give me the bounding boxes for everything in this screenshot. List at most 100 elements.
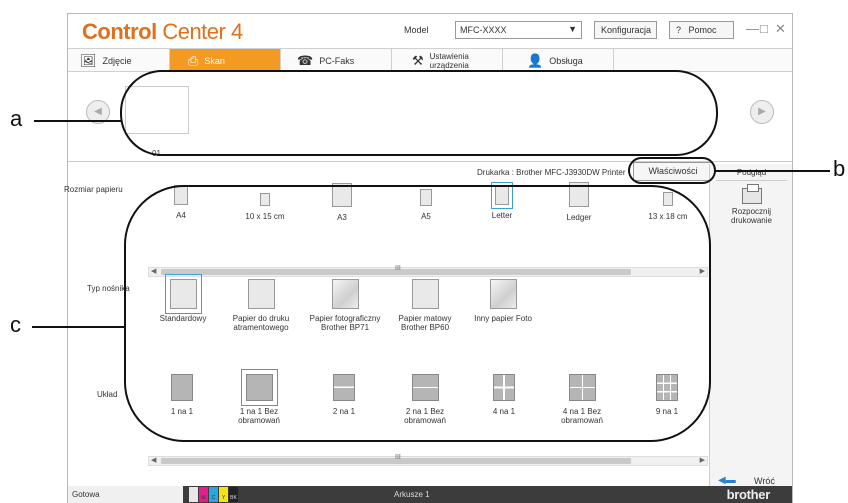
callout-line-c bbox=[32, 326, 126, 328]
callout-line-b bbox=[715, 170, 830, 172]
start-print-button[interactable]: Rozpocznij drukowanie bbox=[716, 184, 787, 234]
fax-icon: ☎ bbox=[297, 53, 314, 68]
scroll-left-icon[interactable]: ◀ bbox=[151, 456, 156, 464]
scroll-left-icon[interactable]: ◀ bbox=[151, 267, 156, 275]
paper-option-10x15[interactable]: 10 x 15 cm bbox=[230, 193, 300, 221]
tab-support[interactable]: 👤 Obsługa bbox=[503, 49, 614, 72]
ink-level-cyan: C bbox=[209, 487, 218, 502]
status-text: Gotowa bbox=[68, 486, 183, 503]
layout-icon bbox=[240, 369, 278, 406]
help-button[interactable]: ? Pomoc bbox=[669, 21, 734, 39]
paper-size-label: Rozmiar papieru bbox=[64, 185, 123, 194]
paper-icon bbox=[332, 183, 352, 207]
scroll-right-icon[interactable]: ▶ bbox=[700, 456, 705, 464]
device-settings-icon: ⚒ bbox=[412, 53, 424, 68]
layout-option-9on1[interactable]: 9 na 1 bbox=[645, 374, 689, 416]
paper-option-letter[interactable]: Letter bbox=[482, 182, 522, 220]
minimize-icon[interactable]: — bbox=[746, 21, 759, 36]
layout-option-1on1-borderless[interactable]: 1 na 1 Bez obramowań bbox=[231, 369, 287, 425]
paper-option-ledger[interactable]: Ledger bbox=[554, 182, 604, 222]
support-icon: 👤 bbox=[527, 53, 544, 68]
properties-label: Właściwości bbox=[648, 166, 698, 176]
status-bar: Gotowa M C Y BK Arkusze 1 brother bbox=[68, 486, 792, 503]
properties-button[interactable]: Właściwości bbox=[633, 162, 713, 181]
media-icon bbox=[489, 279, 517, 309]
layout-option-line2: obramowań bbox=[561, 416, 603, 425]
layout-option-4on1-borderless[interactable]: 4 na 1 Bez obramowań bbox=[554, 374, 610, 425]
layout-option-4on1[interactable]: 4 na 1 bbox=[482, 374, 526, 416]
layout-icon bbox=[493, 374, 515, 401]
thumbnail-01[interactable] bbox=[125, 86, 189, 134]
right-panel: Podgląd Rozpocznij drukowanie ◀▬ Wróć bbox=[709, 164, 792, 500]
thumbnail-label: 01 bbox=[152, 149, 161, 158]
printer-icon bbox=[741, 184, 762, 204]
paper-icon bbox=[420, 189, 432, 206]
media-option-matte-bp60[interactable]: Papier matowy Brother BP60 bbox=[390, 279, 460, 332]
configuration-label: Konfiguracja bbox=[601, 25, 652, 35]
thumbnail-strip: ◀ 01 ▶ bbox=[68, 72, 792, 162]
callout-line-a bbox=[34, 120, 122, 122]
layout-option-line1: 4 na 1 bbox=[492, 407, 516, 416]
layout-label: Układ bbox=[97, 390, 118, 399]
media-option-other-photo[interactable]: Inny papier Foto bbox=[466, 279, 540, 323]
layout-option-2on1-borderless[interactable]: 2 na 1 Bez obramowań bbox=[397, 374, 453, 425]
paper-option-label: Letter bbox=[491, 211, 513, 220]
app-logo: Control Center 4 bbox=[82, 19, 243, 45]
photo-icon: 🖼 bbox=[80, 53, 97, 68]
tab-photo[interactable]: 🖼 Zdjęcie bbox=[68, 49, 170, 72]
scroll-right-icon[interactable]: ▶ bbox=[700, 267, 705, 275]
start-print-line2: drukowanie bbox=[731, 216, 772, 225]
tab-pc-fax[interactable]: ☎ PC-Faks bbox=[281, 49, 392, 72]
maximize-icon[interactable]: □ bbox=[760, 21, 768, 36]
layout-option-line1: 2 na 1 bbox=[332, 407, 356, 416]
help-icon: ? bbox=[676, 25, 682, 35]
paper-option-a4[interactable]: A4 bbox=[161, 185, 201, 220]
scroll-grip: III bbox=[395, 265, 401, 272]
tab-pc-fax-label: PC-Faks bbox=[319, 55, 355, 66]
ink-level-blank bbox=[189, 487, 198, 502]
paper-icon bbox=[569, 182, 589, 207]
layout-option-2on1[interactable]: 2 na 1 bbox=[322, 374, 366, 416]
layout-option-line2: obramowań bbox=[404, 416, 446, 425]
horizontal-scrollbar-top[interactable]: ◀ III ▶ bbox=[148, 265, 708, 277]
model-label: Model bbox=[404, 25, 429, 35]
tab-scan[interactable]: ⎙ Skan bbox=[170, 49, 281, 72]
close-icon[interactable]: ✕ bbox=[775, 21, 786, 37]
paper-option-label: A5 bbox=[421, 212, 431, 221]
media-option-line2: atramentowego bbox=[233, 323, 289, 332]
brand-logo: brother bbox=[726, 487, 771, 502]
scan-icon: ⎙ bbox=[188, 53, 199, 68]
sheets-count: Arkusze 1 bbox=[394, 490, 430, 499]
media-option-line2: Brother BP71 bbox=[320, 323, 370, 332]
media-option-standard[interactable]: Standardowy bbox=[150, 274, 216, 323]
model-select[interactable]: MFC-XXXX ▼ bbox=[455, 21, 582, 39]
ink-levels: M C Y BK bbox=[189, 487, 238, 502]
paper-option-a5[interactable]: A5 bbox=[406, 189, 446, 221]
next-arrow-icon[interactable]: ▶ bbox=[750, 100, 774, 124]
media-option-line1: Standardowy bbox=[159, 314, 207, 323]
scroll-grip: III bbox=[395, 454, 401, 461]
tab-scan-label: Skan bbox=[204, 55, 225, 66]
layout-icon bbox=[568, 374, 596, 401]
media-icon bbox=[164, 274, 202, 314]
ink-level-magenta: M bbox=[199, 487, 208, 502]
media-icon bbox=[331, 279, 359, 309]
configuration-button[interactable]: Konfiguracja bbox=[594, 21, 657, 39]
tab-device-settings[interactable]: ⚒ Ustawienia urządzenia bbox=[392, 49, 503, 72]
layout-option-line1: 1 na 1 bbox=[170, 407, 194, 416]
tab-support-label: Obsługa bbox=[549, 55, 583, 66]
layout-option-1on1[interactable]: 1 na 1 bbox=[160, 374, 204, 416]
paper-icon bbox=[260, 193, 270, 206]
paper-option-13x18[interactable]: 13 x 18 cm bbox=[633, 192, 703, 221]
paper-option-a3[interactable]: A3 bbox=[322, 183, 362, 222]
media-option-inkjet[interactable]: Papier do druku atramentowego bbox=[224, 279, 298, 332]
screenshot-root: Control Center 4 Model MFC-XXXX ▼ Konfig… bbox=[0, 0, 848, 503]
control-center-window: Control Center 4 Model MFC-XXXX ▼ Konfig… bbox=[64, 13, 793, 503]
layout-icon bbox=[411, 374, 439, 401]
media-option-photo-bp71[interactable]: Papier fotograficzny Brother BP71 bbox=[302, 279, 388, 332]
logo-bold: Control bbox=[82, 19, 157, 44]
horizontal-scrollbar-bottom[interactable]: ◀ III ▶ bbox=[148, 454, 708, 466]
logo-light: Center 4 bbox=[162, 19, 243, 44]
title-bar: Control Center 4 Model MFC-XXXX ▼ Konfig… bbox=[68, 14, 792, 48]
start-print-line1: Rozpocznij bbox=[731, 207, 772, 216]
